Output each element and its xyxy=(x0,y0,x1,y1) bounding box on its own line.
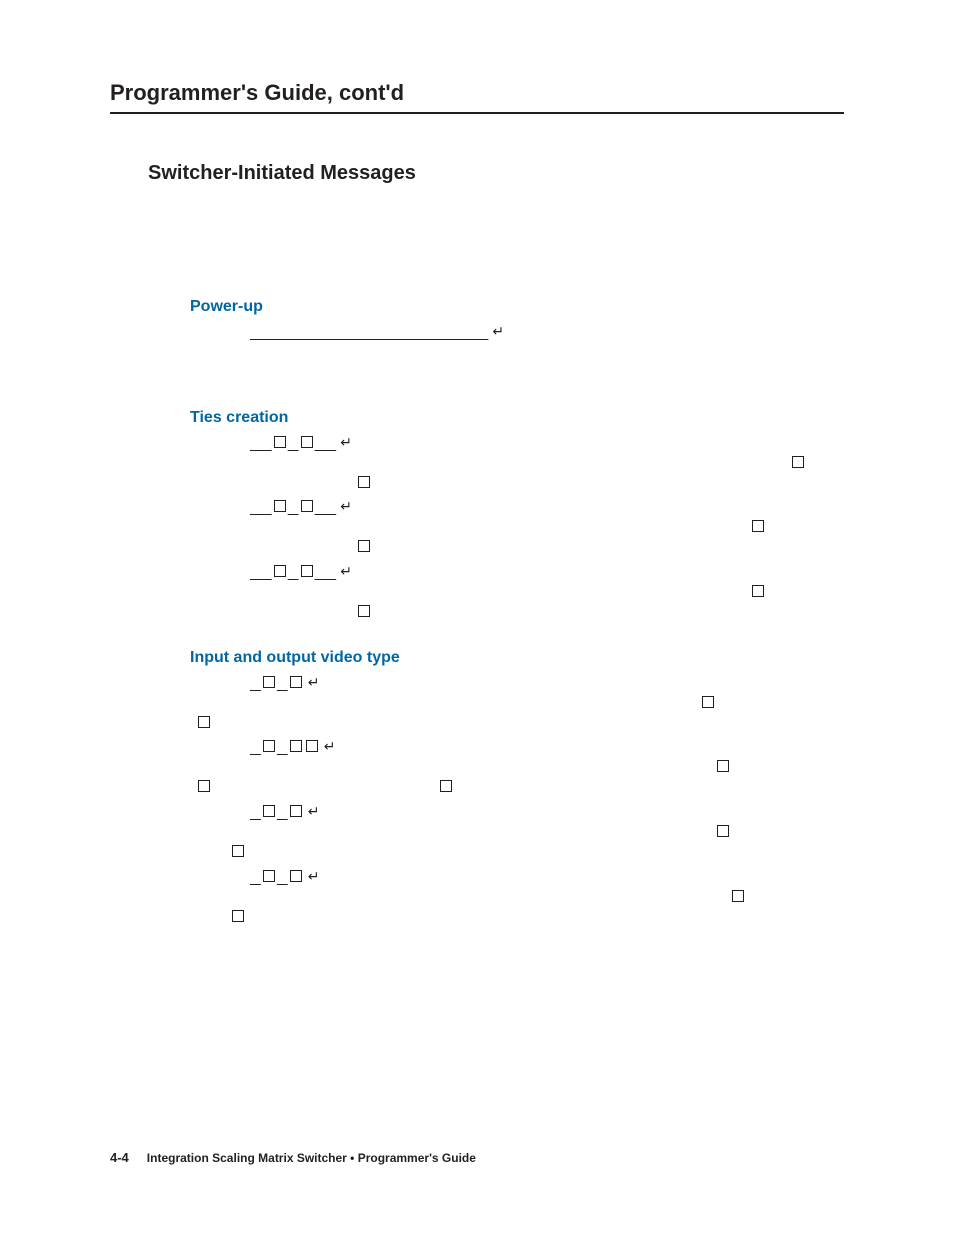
iov-desc-4 xyxy=(290,888,844,926)
ties-desc-2 xyxy=(290,518,844,556)
placeholder-box xyxy=(290,870,302,882)
powerup-message-line: ↵ xyxy=(250,322,844,339)
placeholder-box xyxy=(263,676,275,688)
placeholder-box xyxy=(358,605,370,617)
iov-msg-1-ul xyxy=(250,675,304,690)
placeholder-box xyxy=(717,825,729,837)
ties-msg-2-ul xyxy=(250,499,336,514)
ties-msg-1: ↵ xyxy=(250,433,844,450)
heading-ties-creation: Ties creation xyxy=(190,409,844,427)
return-icon: ↵ xyxy=(308,868,320,885)
iov-msg-4: ↵ xyxy=(250,867,844,884)
powerup-description xyxy=(290,343,844,381)
return-icon: ↵ xyxy=(308,674,320,691)
ties-msg-3: ↵ xyxy=(250,562,844,579)
placeholder-box xyxy=(358,540,370,552)
placeholder-box xyxy=(752,520,764,532)
placeholder-box xyxy=(198,716,210,728)
placeholder-box xyxy=(440,780,452,792)
return-icon: ↵ xyxy=(340,563,352,580)
placeholder-box xyxy=(232,910,244,922)
section-heading: Switcher-Initiated Messages xyxy=(148,162,844,185)
placeholder-box xyxy=(732,890,744,902)
ties-msg-1-ul xyxy=(250,435,336,450)
placeholder-box xyxy=(792,456,804,468)
return-icon: ↵ xyxy=(492,323,504,340)
ties-desc-1 xyxy=(290,454,844,492)
placeholder-box xyxy=(263,870,275,882)
placeholder-box xyxy=(198,780,210,792)
page-number: 4-4 xyxy=(110,1150,129,1165)
placeholder-box xyxy=(358,476,370,488)
iov-desc-3 xyxy=(290,823,844,861)
placeholder-box xyxy=(232,845,244,857)
placeholder-box xyxy=(702,696,714,708)
placeholder-box xyxy=(263,740,275,752)
intro-paragraph xyxy=(190,197,830,270)
placeholder-box xyxy=(290,740,302,752)
iov-desc-1 xyxy=(290,694,844,732)
ties-msg-3-ul xyxy=(250,564,336,579)
iov-msg-2: ↵ xyxy=(250,737,844,754)
iov-desc-2 xyxy=(290,758,844,796)
placeholder-box xyxy=(301,500,313,512)
return-icon: ↵ xyxy=(324,738,336,755)
placeholder-box xyxy=(306,740,318,752)
iov-msg-4-ul xyxy=(250,869,304,884)
placeholder-box xyxy=(274,500,286,512)
iov-msg-2-ul xyxy=(250,739,320,754)
placeholder-box xyxy=(752,585,764,597)
ties-desc-3 xyxy=(290,583,844,621)
placeholder-box xyxy=(274,436,286,448)
iov-msg-3: ↵ xyxy=(250,802,844,819)
iov-msg-1: ↵ xyxy=(250,673,844,690)
iov-msg-3-ul xyxy=(250,804,304,819)
footer-title: Integration Scaling Matrix Switcher • Pr… xyxy=(147,1151,476,1165)
placeholder-box xyxy=(274,565,286,577)
return-icon: ↵ xyxy=(340,434,352,451)
heading-power-up: Power-up xyxy=(190,298,844,316)
running-head: Programmer's Guide, cont'd xyxy=(110,80,844,106)
placeholder-box xyxy=(301,565,313,577)
placeholder-box xyxy=(717,760,729,772)
return-icon: ↵ xyxy=(308,803,320,820)
ties-msg-2: ↵ xyxy=(250,497,844,514)
placeholder-box xyxy=(290,805,302,817)
placeholder-box xyxy=(290,676,302,688)
horizontal-rule xyxy=(110,112,844,114)
page-footer: 4-4 Integration Scaling Matrix Switcher … xyxy=(110,1150,476,1165)
placeholder-box xyxy=(301,436,313,448)
return-icon: ↵ xyxy=(340,498,352,515)
powerup-underline xyxy=(250,324,488,339)
heading-io-video-type: Input and output video type xyxy=(190,649,844,667)
placeholder-box xyxy=(263,805,275,817)
